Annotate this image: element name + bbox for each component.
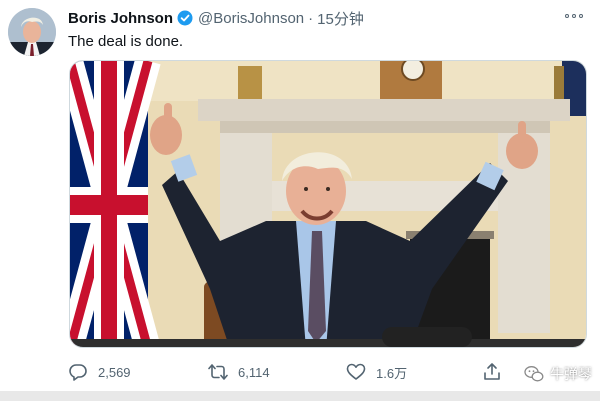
more-options-icon[interactable] (562, 8, 586, 24)
retweet-button[interactable]: 6,114 (208, 360, 270, 384)
tweet-timestamp[interactable]: 15分钟 (317, 8, 364, 29)
wechat-icon (524, 366, 544, 382)
author-name[interactable]: Boris Johnson (68, 10, 173, 27)
wechat-watermark: 牛弹琴 (524, 364, 592, 384)
verified-badge-icon (177, 10, 193, 26)
tweet-photo[interactable] (69, 60, 587, 348)
share-button[interactable] (482, 360, 512, 384)
separator-dot: · (308, 9, 314, 27)
tweet-card: Boris Johnson @BorisJohnson · 15分钟 The d… (0, 0, 600, 391)
tweet-text: The deal is done. (68, 33, 184, 50)
more-dot (565, 14, 569, 18)
more-dot (579, 14, 583, 18)
heart-icon (346, 363, 366, 380)
tweet-header: Boris Johnson @BorisJohnson · 15分钟 (68, 7, 364, 29)
share-icon (484, 363, 500, 380)
retweet-count: 6,114 (238, 364, 270, 380)
reply-icon (69, 364, 87, 381)
like-button[interactable]: 1.6万 (346, 360, 407, 384)
reply-button[interactable]: 2,569 (68, 360, 131, 384)
more-dot (572, 14, 576, 18)
reply-count: 2,569 (98, 364, 131, 380)
author-avatar[interactable] (8, 8, 56, 56)
tweet-actions: 2,569 6,114 1.6万 (68, 360, 588, 384)
author-handle[interactable]: @BorisJohnson (198, 10, 304, 27)
avatar-image (8, 8, 56, 56)
retweet-icon (208, 364, 228, 380)
like-count: 1.6万 (376, 365, 408, 381)
watermark-text: 牛弹琴 (550, 366, 592, 382)
tweet-photo-image (70, 61, 586, 347)
